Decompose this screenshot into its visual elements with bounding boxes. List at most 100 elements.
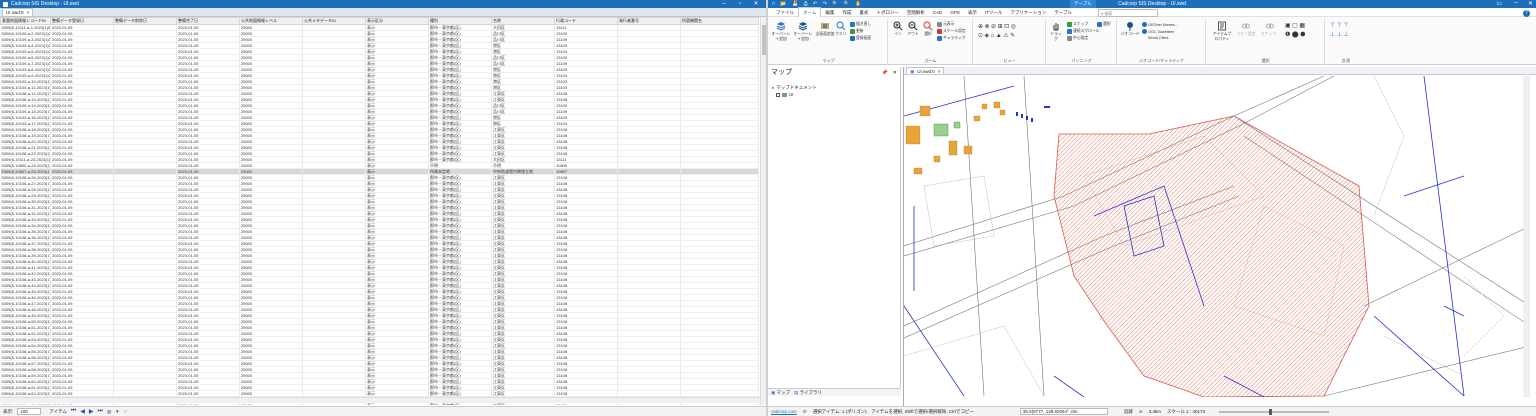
map-canvas[interactable] bbox=[904, 76, 1530, 397]
coordinate-readout: 35.5(9777, 139.82064° ,0m bbox=[1019, 408, 1108, 415]
ribbon-collapse-button[interactable]: ▭ bbox=[1496, 0, 1502, 7]
tab-ui-swd[interactable]: UI.swd:0 × bbox=[2, 8, 34, 16]
help-icon[interactable]: ? bbox=[1523, 10, 1530, 17]
query-button[interactable]: クエリ bbox=[834, 21, 848, 37]
gallery-button[interactable]: ギャラティク bbox=[937, 36, 966, 41]
item-properties-button[interactable]: アイテムプロパティ bbox=[1211, 21, 1233, 41]
link-broken-icon bbox=[1266, 23, 1274, 29]
register-button[interactable]: 登録画面 bbox=[850, 36, 871, 41]
copy-settings-label: コピー設定 bbox=[1236, 32, 1256, 36]
checkbox-icon[interactable] bbox=[776, 92, 780, 97]
filter-clear-icon[interactable]: ▽ bbox=[124, 409, 127, 415]
overlay-add-2-button[interactable]: オーバーレイ追加 bbox=[792, 21, 814, 41]
refresh-button[interactable]: 更新 bbox=[850, 29, 864, 34]
ribbon-tab[interactable]: GPS bbox=[946, 8, 964, 17]
pan-select-button[interactable]: 選択 bbox=[1097, 22, 1111, 27]
scale-label[interactable]: スケール 1 : 40173 bbox=[1167, 409, 1205, 415]
ui-layer-node[interactable]: UI bbox=[776, 92, 794, 97]
minimize-button[interactable]: – bbox=[716, 0, 732, 8]
cadcorp-link[interactable]: cadcorp.com bbox=[771, 409, 797, 414]
zoom-slider[interactable] bbox=[1219, 408, 1329, 415]
ribbon-tab[interactable]: CAD bbox=[929, 8, 947, 17]
overlay-add-button[interactable]: オーバーレイ追加 bbox=[770, 21, 792, 41]
column-header[interactable]: 種別 bbox=[428, 17, 492, 25]
zoom-select-button[interactable]: 選択 bbox=[921, 21, 935, 37]
map-tab-close-icon[interactable]: × bbox=[938, 68, 941, 75]
column-header[interactable]: 発行者番号 bbox=[617, 17, 681, 25]
ribbon-tab[interactable]: テーブル bbox=[1050, 8, 1076, 17]
table-cell: 5309(6-10108-a-61-2023(1)... bbox=[0, 384, 51, 391]
zoom-in-button[interactable]: イン bbox=[891, 21, 905, 37]
ribbon-tab[interactable]: 書式 bbox=[855, 8, 872, 17]
tab-map[interactable]: ▣ マップ bbox=[771, 390, 790, 396]
map-view[interactable]: ▣ UI.swd:0 × bbox=[903, 67, 1536, 406]
filter-icon[interactable]: ▼ bbox=[115, 409, 119, 414]
display-count-select[interactable]: 100 bbox=[17, 408, 42, 415]
table-cell: 5309(6-10109-a-7-2023(1)0(5 bbox=[0, 60, 51, 67]
view-tools-icons[interactable]: ⊕⊗⊘⊞⊡◎ ⊙◈⌂▲⚠✎ bbox=[978, 23, 1044, 41]
grid-icon[interactable]: ▦ bbox=[107, 409, 111, 415]
ribbon-tab[interactable]: ホーム bbox=[798, 7, 822, 17]
continuous-scroll-button[interactable]: 連続スクロール bbox=[1067, 29, 1100, 34]
snap-settings-button[interactable]: スナップ... bbox=[1259, 21, 1281, 37]
layers-plus-icon bbox=[798, 22, 808, 31]
column-header[interactable]: 名称 bbox=[491, 17, 555, 25]
prev-record-icon[interactable]: ◀ bbox=[80, 408, 85, 415]
ribbon-tab[interactable]: ファイル bbox=[772, 8, 798, 17]
geocode-button[interactable]: ジオコード bbox=[1120, 21, 1140, 37]
tab-close-icon[interactable]: × bbox=[27, 9, 30, 16]
tab-library[interactable]: ▤ ライブラリ bbox=[794, 390, 822, 396]
select-tools-icons[interactable]: ▣▢▦ ❶⬤⬢ bbox=[1285, 22, 1307, 40]
ribbon-tab[interactable]: 空間解析 bbox=[903, 8, 929, 17]
geonet-names-option[interactable]: GEOnet Names... bbox=[1142, 22, 1178, 27]
close-button[interactable]: ✕ bbox=[1528, 0, 1533, 7]
column-header[interactable]: 基盤地図情報レコードID bbox=[0, 17, 51, 25]
table-horizontal-scrollbar[interactable] bbox=[0, 397, 760, 403]
zoom-out-icon bbox=[908, 21, 918, 31]
copy-settings-button[interactable]: コピー設定 bbox=[1235, 21, 1257, 37]
ribbon-tab[interactable]: 表示 bbox=[964, 8, 981, 17]
panel-close-icon[interactable]: ✕ bbox=[893, 70, 897, 76]
original-view-button[interactable]: 元表示 bbox=[937, 22, 954, 27]
globe-icon[interactable]: ⊕ bbox=[1139, 409, 1143, 415]
column-header[interactable]: 整備完了日 bbox=[176, 17, 240, 25]
column-header[interactable]: 表示区分 bbox=[365, 17, 429, 25]
scale-set-button[interactable]: スケール設定 bbox=[937, 29, 966, 34]
maximize-button[interactable]: ▫ bbox=[732, 0, 748, 8]
column-header[interactable]: 行政コード bbox=[554, 17, 618, 25]
search-box[interactable]: ⌕ 検索 bbox=[1098, 9, 1158, 17]
center-point-button[interactable]: 中心指定 bbox=[1067, 36, 1088, 41]
drag-button[interactable]: ドラッグ bbox=[1049, 21, 1063, 41]
map-tab-ui-swd[interactable]: ▣ UI.swd:0 × bbox=[906, 67, 945, 75]
map-document-node[interactable]: ▸ マップドキュメント bbox=[772, 85, 817, 91]
ribbon-tab[interactable]: 作成 bbox=[838, 8, 855, 17]
minimize-button[interactable]: – bbox=[1515, 0, 1518, 6]
snap-status[interactable]: 追跡 bbox=[1124, 409, 1133, 415]
zoom-out-button[interactable]: アウト bbox=[906, 21, 920, 37]
last-record-icon[interactable]: ⏭ bbox=[97, 408, 102, 415]
ribbon-tab[interactable]: トポロジー bbox=[872, 8, 903, 17]
table-cell: 5309(6-10108-a-44-2023(1)... bbox=[0, 282, 51, 289]
column-header[interactable]: 公共メタデータID bbox=[302, 17, 366, 25]
full-screen-add-button[interactable]: 全画面追加 bbox=[814, 21, 836, 37]
first-record-icon[interactable]: ⏮ bbox=[71, 408, 76, 415]
ribbon-tab[interactable]: アプリケーション bbox=[1006, 8, 1050, 17]
redraw-button[interactable]: 描き直し bbox=[850, 22, 871, 27]
column-header[interactable]: 整備データ削除日 bbox=[113, 17, 177, 25]
column-header[interactable]: 整備データ登録日 bbox=[50, 17, 114, 25]
panel-pin-icon[interactable]: 📌 bbox=[882, 70, 888, 76]
close-button[interactable]: ✕ bbox=[748, 0, 764, 8]
world-cities-option[interactable]: World Cities bbox=[1148, 36, 1168, 40]
ogc-gazetteer-option[interactable]: OGC Gazetteer bbox=[1142, 29, 1174, 34]
ribbon-tab[interactable]: ITツール bbox=[981, 8, 1007, 17]
next-record-icon[interactable]: ▶ bbox=[89, 408, 94, 415]
column-header[interactable]: 所管機関名 bbox=[680, 17, 759, 25]
snap-button[interactable]: スナップ bbox=[1067, 22, 1088, 27]
status-settings-icon[interactable]: ⚙ bbox=[803, 409, 807, 415]
zoom-slider-thumb[interactable] bbox=[1269, 408, 1272, 415]
column-header[interactable]: 公共地図情報レベル bbox=[239, 17, 303, 25]
measure-tools-icons[interactable]: ⊤⊤⊤ ⊥⊥⊥ bbox=[1330, 22, 1350, 40]
map-application-window: □ 📂 💾 ⎙ ↶ ↷ 🔍 🔍 ✋ Cadcorp SIS Desktop - … bbox=[768, 0, 1536, 416]
ribbon-group-geocode: ジオコード GEOnet Names... OGC Gazetteer Worl… bbox=[1118, 19, 1206, 65]
ribbon-tab[interactable]: 編集 bbox=[821, 8, 838, 17]
